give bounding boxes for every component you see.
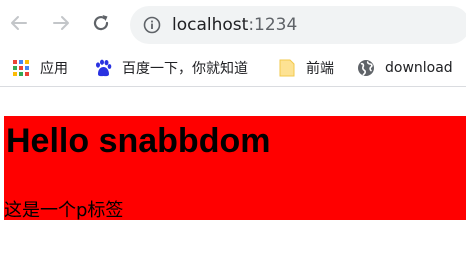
- back-button[interactable]: [6, 10, 32, 36]
- arrow-left-icon: [11, 16, 27, 30]
- url-host: localhost: [172, 15, 249, 35]
- bookmark-apps[interactable]: 应用: [12, 50, 68, 86]
- baidu-paw-icon: [94, 59, 112, 77]
- browser-toolbar: localhost:1234: [0, 0, 466, 50]
- bookmark-label: download: [385, 60, 453, 76]
- url-port: :1234: [248, 15, 298, 35]
- bookmark-label: 百度一下，你就知道: [122, 61, 248, 77]
- forward-button[interactable]: [48, 10, 74, 36]
- folder-icon: [278, 59, 296, 77]
- reload-button[interactable]: [88, 10, 114, 36]
- bookmark-label: 应用: [40, 61, 68, 77]
- info-icon[interactable]: [142, 15, 162, 35]
- bookmark-baidu[interactable]: 百度一下，你就知道: [94, 50, 248, 86]
- reload-icon: [93, 15, 109, 31]
- url-text[interactable]: localhost:1234: [172, 14, 297, 36]
- page-heading: Hello snabbdom: [6, 122, 271, 160]
- bookmark-label: 前端: [306, 61, 334, 77]
- bookmark-download[interactable]: download: [357, 50, 453, 86]
- bookmarks-bar: 应用 百度一下，你就知道 前端 download: [0, 50, 466, 87]
- address-bar[interactable]: localhost:1234: [130, 6, 466, 44]
- arrow-right-icon: [53, 16, 69, 30]
- page-paragraph: 这是一个p标签: [4, 200, 124, 221]
- globe-icon: [357, 59, 375, 77]
- page-content: Hello snabbdom 这是一个p标签: [4, 116, 466, 221]
- bookmark-frontend-folder[interactable]: 前端: [278, 50, 334, 86]
- apps-grid-icon: [12, 59, 30, 77]
